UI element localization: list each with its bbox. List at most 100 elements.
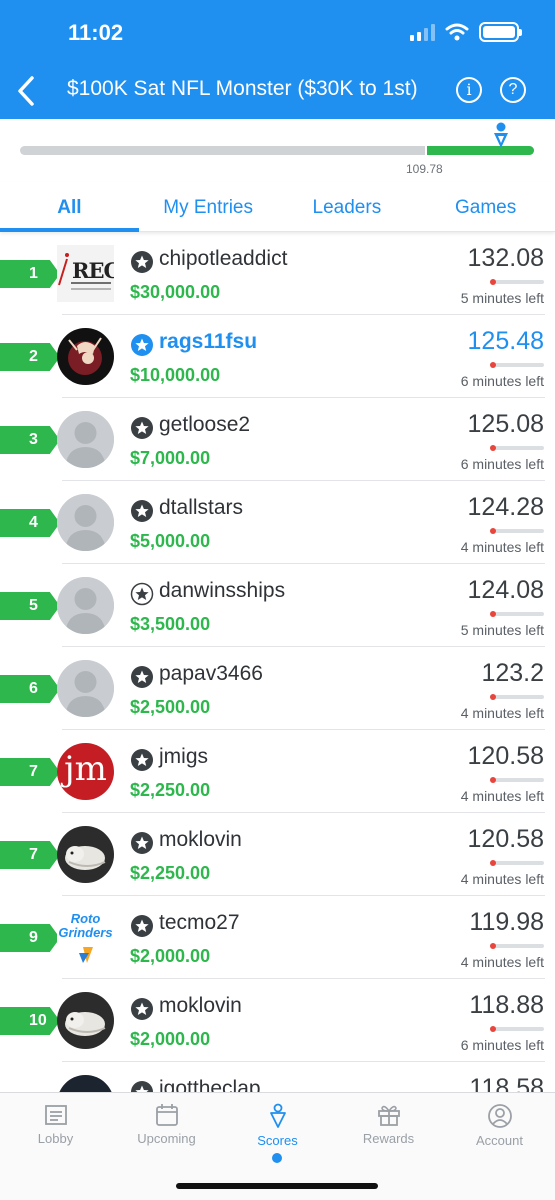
- avatar[interactable]: Roto Grinders: [57, 909, 114, 966]
- payout-zone-bar: [426, 146, 534, 155]
- standings-row[interactable]: 3 getloose2 $7,000.00 125.08 6 minutes left: [0, 398, 555, 481]
- info-icon[interactable]: i: [456, 77, 482, 103]
- live-dot-icon: [490, 1026, 496, 1032]
- fantasy-score: 118.58: [469, 1074, 544, 1092]
- nav-scores[interactable]: Scores: [222, 1103, 333, 1148]
- avatar[interactable]: [57, 1075, 114, 1092]
- time-left-label: 4 minutes left: [460, 788, 544, 804]
- fantasy-score: 120.58: [467, 825, 544, 853]
- scores-icon: [222, 1103, 333, 1129]
- avatar[interactable]: REC: [57, 245, 114, 302]
- standings-list[interactable]: 1 REC chipotleaddict $30,000.00 132.08 5 minu…: [0, 232, 555, 1092]
- avatar[interactable]: [57, 660, 114, 717]
- wifi-icon: [445, 23, 469, 41]
- username[interactable]: rags11fsu: [159, 330, 257, 354]
- standings-row[interactable]: 9 Roto Grinders tecmo27 $2,000.00 119.98 4 mi…: [0, 896, 555, 979]
- time-left-label: 5 minutes left: [460, 622, 544, 638]
- help-icon[interactable]: ?: [500, 77, 526, 103]
- avatar[interactable]: [57, 992, 114, 1049]
- standings-row[interactable]: 7 jm jmigs $2,250.00 120.58 4 minutes left: [0, 730, 555, 813]
- avatar[interactable]: [57, 411, 114, 468]
- nav-label: Rewards: [362, 1131, 415, 1146]
- list-icon: [0, 1103, 111, 1127]
- avatar[interactable]: jm: [57, 743, 114, 800]
- tab-all[interactable]: All: [0, 182, 139, 232]
- time-remaining-bar: [490, 694, 544, 700]
- username[interactable]: dtallstars: [159, 496, 243, 520]
- fantasy-score: 118.88: [469, 991, 544, 1019]
- standings-row[interactable]: 4 dtallstars $5,000.00 124.28 4 minutes left: [0, 481, 555, 564]
- nav-label: Account: [476, 1133, 523, 1148]
- time-remaining-bar: [490, 860, 544, 866]
- tab-games[interactable]: Games: [416, 182, 555, 231]
- back-arrow-icon[interactable]: [14, 74, 38, 108]
- avatar[interactable]: [57, 494, 114, 551]
- time-left-label: 4 minutes left: [460, 954, 544, 970]
- username[interactable]: moklovin: [159, 994, 242, 1018]
- prize-amount: $2,000.00: [130, 946, 211, 966]
- cellular-signal-icon: [410, 23, 435, 41]
- calendar-icon: [111, 1103, 222, 1127]
- tab-leaders[interactable]: Leaders: [278, 182, 417, 231]
- star-icon: [131, 915, 153, 937]
- standings-row[interactable]: 7 moklovin $2,250.00 120.58 4 minutes left: [0, 813, 555, 896]
- username[interactable]: jmigs: [159, 745, 208, 769]
- prize-amount: $5,000.00: [130, 531, 211, 551]
- contest-title: $100K Sat NFL Monster ($30K to 1st): [67, 77, 418, 100]
- rank-badge: 4: [0, 509, 60, 537]
- time-left-label: 6 minutes left: [460, 373, 544, 389]
- prize-amount: $2,250.00: [130, 863, 211, 883]
- nav-account[interactable]: Account: [444, 1103, 555, 1148]
- rank-badge: 3: [0, 426, 60, 454]
- live-dot-icon: [490, 528, 496, 534]
- nav-label: Upcoming: [137, 1131, 196, 1146]
- avatar-logo-text: jm: [64, 749, 107, 789]
- tab-my-entries[interactable]: My Entries: [139, 182, 278, 231]
- username[interactable]: igottheclap: [159, 1077, 261, 1092]
- standings-row[interactable]: 2 rags11fsu $10,000.00 125.48 6 minutes left: [0, 315, 555, 398]
- nav-label: Lobby: [37, 1131, 74, 1146]
- nav-label: Scores: [257, 1133, 298, 1148]
- status-icons: [410, 22, 522, 42]
- live-dot-icon: [490, 362, 496, 368]
- battery-icon: [479, 22, 522, 42]
- fantasy-score: 119.98: [469, 908, 544, 936]
- avatar[interactable]: [57, 826, 114, 883]
- star-icon: [131, 832, 153, 854]
- prize-amount: $7,000.00: [130, 448, 211, 468]
- username[interactable]: getloose2: [159, 413, 250, 437]
- username[interactable]: danwinsships: [159, 579, 285, 603]
- username[interactable]: papav3466: [159, 662, 263, 686]
- standings-row[interactable]: 6 papav3466 $2,500.00 123.2 4 minutes left: [0, 647, 555, 730]
- standings-row[interactable]: 10 moklovin $2,000.00 118.88 6 minutes left: [0, 979, 555, 1062]
- progress-value-label: 109.78: [406, 162, 443, 176]
- avatar[interactable]: [57, 577, 114, 634]
- active-tab-dot: [272, 1153, 282, 1163]
- rank-badge: 6: [0, 675, 60, 703]
- nav-lobby[interactable]: Lobby: [0, 1103, 111, 1146]
- time-remaining-bar: [490, 943, 544, 949]
- star-icon: [131, 749, 153, 771]
- standings-row[interactable]: 5 danwinsships $3,500.00 124.08 5 minutes le…: [0, 564, 555, 647]
- live-dot-icon: [490, 445, 496, 451]
- star-icon: [130, 582, 154, 606]
- avatar[interactable]: [57, 328, 114, 385]
- rank-badge: 7: [0, 758, 60, 786]
- time-left-label: 4 minutes left: [460, 871, 544, 887]
- star-icon: [131, 251, 153, 273]
- username[interactable]: tecmo27: [159, 911, 240, 935]
- nav-upcoming[interactable]: Upcoming: [111, 1103, 222, 1146]
- nav-rewards[interactable]: Rewards: [333, 1103, 444, 1146]
- standings-row[interactable]: igottheclap 118.58: [0, 1062, 555, 1092]
- live-dot-icon: [490, 279, 496, 285]
- star-icon: [131, 334, 153, 356]
- app-header: 11:02 $100K Sat NFL Monster ($30K to 1st…: [0, 0, 555, 119]
- standings-row[interactable]: 1 REC chipotleaddict $30,000.00 132.08 5 minu…: [0, 232, 555, 315]
- username[interactable]: chipotleaddict: [159, 247, 287, 271]
- time-remaining-bar: [490, 777, 544, 783]
- fantasy-score: 125.48: [467, 327, 544, 355]
- username[interactable]: moklovin: [159, 828, 242, 852]
- live-dot-icon: [490, 611, 496, 617]
- time-left-label: 6 minutes left: [460, 1037, 544, 1053]
- rank-badge: 10: [0, 1007, 60, 1035]
